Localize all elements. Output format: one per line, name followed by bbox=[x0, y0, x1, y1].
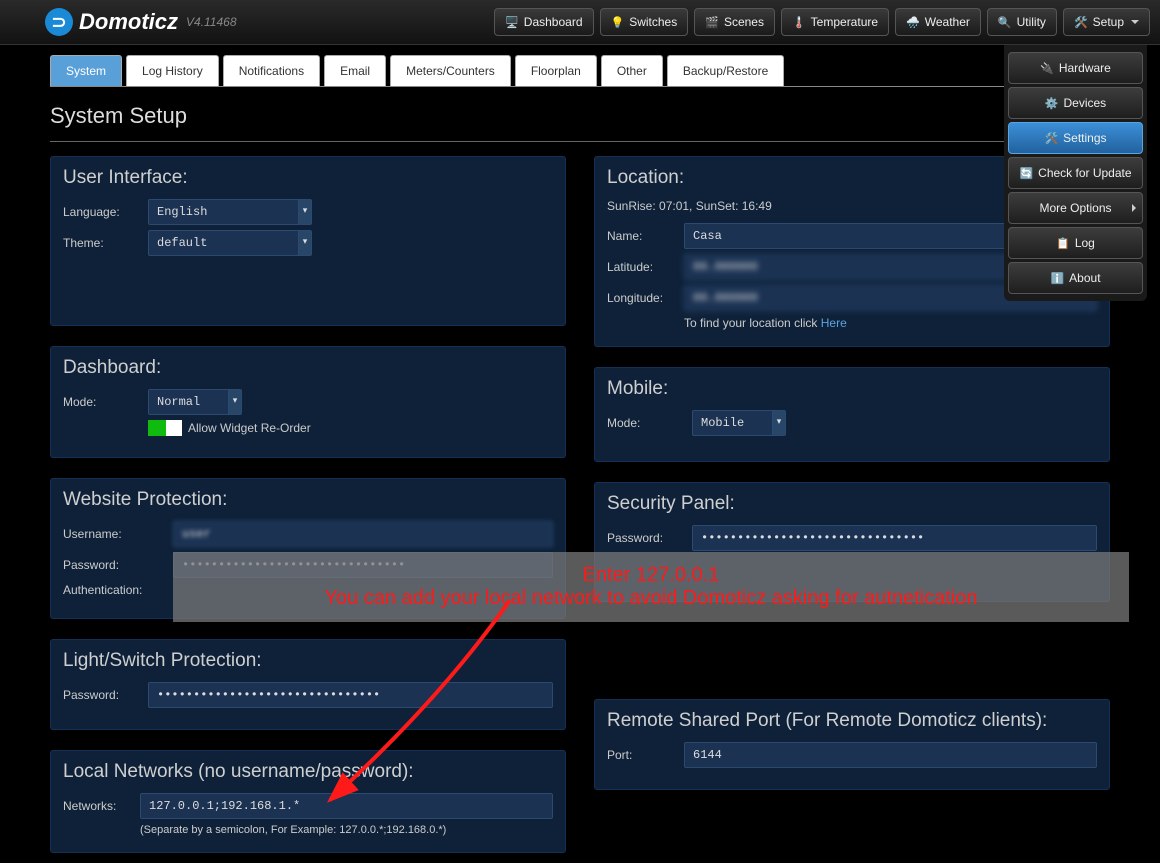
card-heading: Website Protection: bbox=[63, 489, 553, 511]
mode-label: Mode: bbox=[63, 395, 148, 409]
scenes-icon: 🎬 bbox=[705, 16, 719, 29]
update-icon: 🔄 bbox=[1019, 167, 1033, 180]
chevron-down-icon[interactable]: ▾ bbox=[228, 389, 242, 415]
lon-label: Longitude: bbox=[607, 291, 684, 305]
theme-select[interactable]: ▾ bbox=[148, 230, 312, 256]
username-input[interactable] bbox=[173, 521, 553, 547]
port-input[interactable] bbox=[684, 742, 1097, 768]
networks-input[interactable] bbox=[140, 793, 553, 819]
setup-icon: 🛠️ bbox=[1074, 16, 1088, 29]
dashboard-icon: 🖥️ bbox=[505, 16, 519, 29]
card-heading: Mobile: bbox=[607, 378, 1097, 400]
tab-floorplan[interactable]: Floorplan bbox=[515, 55, 597, 86]
logo: ⊃ Domoticz V4.11468 bbox=[45, 8, 237, 36]
tab-notifications[interactable]: Notifications bbox=[223, 55, 320, 86]
card-dashboard: Dashboard: Mode: ▾ Allow Widget Re-Order bbox=[50, 346, 566, 458]
card-local-networks: Local Networks (no username/password): N… bbox=[50, 750, 566, 853]
sec-pass-label: Password: bbox=[607, 531, 692, 545]
nav-weather[interactable]: 🌧️Weather bbox=[895, 8, 981, 36]
tab-log-history[interactable]: Log History bbox=[126, 55, 219, 86]
networks-hint: (Separate by a semicolon, For Example: 1… bbox=[140, 824, 553, 836]
chevron-down-icon[interactable]: ▾ bbox=[772, 410, 786, 436]
tab-other[interactable]: Other bbox=[601, 55, 663, 86]
theme-label: Theme: bbox=[63, 236, 148, 250]
menu-about[interactable]: ℹ️About bbox=[1008, 262, 1143, 294]
top-navbar: ⊃ Domoticz V4.11468 🖥️Dashboard 💡Switche… bbox=[0, 0, 1160, 45]
menu-settings[interactable]: 🛠️Settings bbox=[1008, 122, 1143, 154]
card-heading: Remote Shared Port (For Remote Domoticz … bbox=[607, 710, 1097, 732]
mobile-mode-label: Mode: bbox=[607, 416, 692, 430]
chevron-down-icon[interactable]: ▾ bbox=[298, 230, 312, 256]
card-user-interface: User Interface: Language: ▾ Theme: ▾ bbox=[50, 156, 566, 326]
tab-email[interactable]: Email bbox=[324, 55, 386, 86]
loc-hint: To find your location click bbox=[684, 316, 821, 330]
card-heading: Security Panel: bbox=[607, 493, 1097, 515]
dashboard-mode-select[interactable]: ▾ bbox=[148, 389, 242, 415]
log-icon: 📋 bbox=[1056, 237, 1070, 250]
lat-label: Latitude: bbox=[607, 260, 684, 274]
tab-meters[interactable]: Meters/Counters bbox=[390, 55, 511, 86]
light-password-input[interactable] bbox=[148, 682, 553, 708]
menu-log[interactable]: 📋Log bbox=[1008, 227, 1143, 259]
settings-icon: 🛠️ bbox=[1044, 132, 1058, 145]
logo-icon: ⊃ bbox=[45, 8, 73, 36]
port-label: Port: bbox=[607, 748, 684, 762]
nav-dashboard[interactable]: 🖥️Dashboard bbox=[494, 8, 593, 36]
card-mobile: Mobile: Mode: ▾ bbox=[594, 367, 1110, 462]
tab-system[interactable]: System bbox=[50, 55, 122, 86]
mobile-mode-select[interactable]: ▾ bbox=[692, 410, 786, 436]
sec-password-input[interactable] bbox=[692, 525, 1097, 551]
annotation-line1: Enter 127.0.0.1 bbox=[583, 564, 720, 587]
card-heading: Dashboard: bbox=[63, 357, 553, 379]
menu-hardware[interactable]: 🔌Hardware bbox=[1008, 52, 1143, 84]
main-container: System Log History Notifications Email M… bbox=[0, 45, 1160, 863]
password-label: Password: bbox=[63, 688, 148, 702]
setup-dropdown: 🔌Hardware ⚙️Devices 🛠️Settings 🔄Check fo… bbox=[1004, 45, 1147, 301]
annotation-line2: You can add your local network to avoid … bbox=[325, 587, 978, 610]
card-heading: Light/Switch Protection: bbox=[63, 650, 553, 672]
menu-check-update[interactable]: 🔄Check for Update bbox=[1008, 157, 1143, 189]
username-label: Username: bbox=[63, 527, 173, 541]
loc-name-label: Name: bbox=[607, 229, 684, 243]
utility-icon: 🔍 bbox=[998, 16, 1012, 29]
nav-setup[interactable]: 🛠️Setup bbox=[1063, 8, 1150, 36]
chevron-right-icon bbox=[1132, 204, 1136, 212]
card-light-protection: Light/Switch Protection: Password: bbox=[50, 639, 566, 730]
switches-icon: 💡 bbox=[611, 16, 625, 29]
reorder-label: Allow Widget Re-Order bbox=[188, 421, 311, 435]
nav-utility[interactable]: 🔍Utility bbox=[987, 8, 1057, 36]
reorder-toggle[interactable] bbox=[148, 420, 182, 436]
nav-switches[interactable]: 💡Switches bbox=[600, 8, 689, 36]
devices-icon: ⚙️ bbox=[1045, 97, 1059, 110]
card-heading: Local Networks (no username/password): bbox=[63, 761, 553, 783]
weather-icon: 🌧️ bbox=[906, 16, 920, 29]
password-label: Password: bbox=[63, 558, 173, 572]
auth-label: Authentication: bbox=[63, 583, 173, 597]
chevron-down-icon[interactable]: ▾ bbox=[298, 199, 312, 225]
hardware-icon: 🔌 bbox=[1040, 62, 1054, 75]
page-title: System Setup bbox=[50, 97, 1110, 142]
networks-label: Networks: bbox=[63, 799, 140, 813]
tab-backup[interactable]: Backup/Restore bbox=[667, 55, 784, 86]
app-name: Domoticz bbox=[79, 9, 178, 35]
menu-more-options[interactable]: More Options bbox=[1008, 192, 1143, 224]
nav-temperature[interactable]: 🌡️Temperature bbox=[781, 8, 889, 36]
chevron-down-icon bbox=[1131, 20, 1139, 24]
language-select[interactable]: ▾ bbox=[148, 199, 312, 225]
card-heading: User Interface: bbox=[63, 167, 553, 189]
here-link[interactable]: Here bbox=[821, 316, 847, 330]
card-remote-port: Remote Shared Port (For Remote Domoticz … bbox=[594, 699, 1110, 790]
temperature-icon: 🌡️ bbox=[792, 16, 806, 29]
language-label: Language: bbox=[63, 205, 148, 219]
annotation-popup: Enter 127.0.0.1 You can add your local n… bbox=[173, 552, 1129, 622]
menu-devices[interactable]: ⚙️Devices bbox=[1008, 87, 1143, 119]
about-icon: ℹ️ bbox=[1050, 272, 1064, 285]
top-nav-links: 🖥️Dashboard 💡Switches 🎬Scenes 🌡️Temperat… bbox=[494, 8, 1150, 36]
app-version: V4.11468 bbox=[186, 15, 237, 29]
nav-scenes[interactable]: 🎬Scenes bbox=[694, 8, 775, 36]
tab-bar: System Log History Notifications Email M… bbox=[50, 55, 1110, 87]
